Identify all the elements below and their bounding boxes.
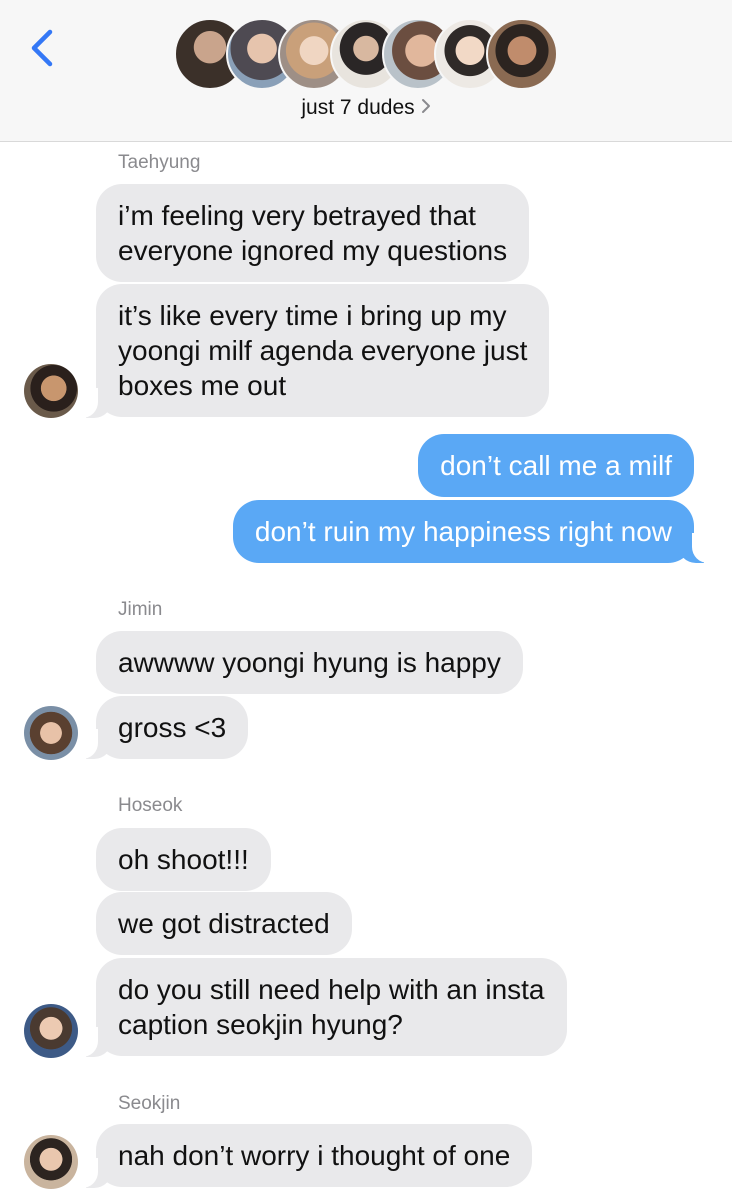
message-bubble[interactable]: awwww yoongi hyung is happy — [96, 631, 523, 694]
conversation-header: just 7 dudes — [0, 0, 732, 142]
message-bubble[interactable]: do you still need help with an insta cap… — [96, 958, 567, 1056]
sender-name: Hoseok — [118, 795, 183, 816]
message-bubble[interactable]: nah don’t worry i thought of one — [96, 1124, 533, 1187]
message-line: we got distracted — [118, 908, 330, 939]
back-button[interactable] — [22, 26, 62, 70]
message-line: everyone ignored my questions — [118, 235, 508, 266]
group-name: just 7 dudes — [301, 96, 415, 119]
message-bubble[interactable]: we got distracted — [96, 892, 352, 955]
message-line: caption seokjin hyung? — [118, 1009, 403, 1040]
message-bubble[interactable]: it’s like every time i bring up my yoong… — [96, 284, 550, 417]
sender-name: Jimin — [118, 599, 163, 620]
message-bubble-outgoing[interactable]: don’t ruin my happiness right now — [232, 500, 694, 563]
bubble-tail — [678, 533, 718, 563]
message-bubble[interactable]: oh shoot!!! — [96, 828, 271, 891]
group-avatars[interactable] — [174, 18, 564, 92]
message-line: i’m feeling very betrayed that — [118, 200, 476, 231]
message-line: boxes me out — [118, 370, 287, 401]
message-line: oh shoot!!! — [118, 844, 249, 875]
message-line: it’s like every time i bring up my — [118, 300, 507, 331]
bubble-tail — [72, 388, 112, 418]
group-name-button[interactable]: just 7 dudes — [0, 96, 732, 120]
message-bubble[interactable]: gross <3 — [96, 696, 249, 759]
chevron-right-icon — [421, 96, 431, 120]
contact-avatar[interactable] — [24, 706, 78, 760]
message-line: yoongi milf agenda everyone just — [118, 335, 528, 366]
contact-avatar[interactable] — [24, 1135, 78, 1189]
message-line: do you still need help with an insta — [118, 974, 545, 1005]
contact-avatar[interactable] — [24, 364, 78, 418]
bubble-tail — [72, 1158, 112, 1188]
contact-avatar[interactable] — [24, 1004, 78, 1058]
message-bubble-outgoing[interactable]: don’t call me a milf — [418, 434, 694, 497]
message-bubble[interactable]: i’m feeling very betrayed that everyone … — [96, 184, 530, 282]
member-avatar — [486, 18, 558, 90]
sender-name: Taehyung — [118, 152, 201, 173]
chevron-left-icon — [31, 29, 53, 67]
sender-name: Seokjin — [118, 1093, 181, 1114]
bubble-tail — [72, 1027, 112, 1057]
